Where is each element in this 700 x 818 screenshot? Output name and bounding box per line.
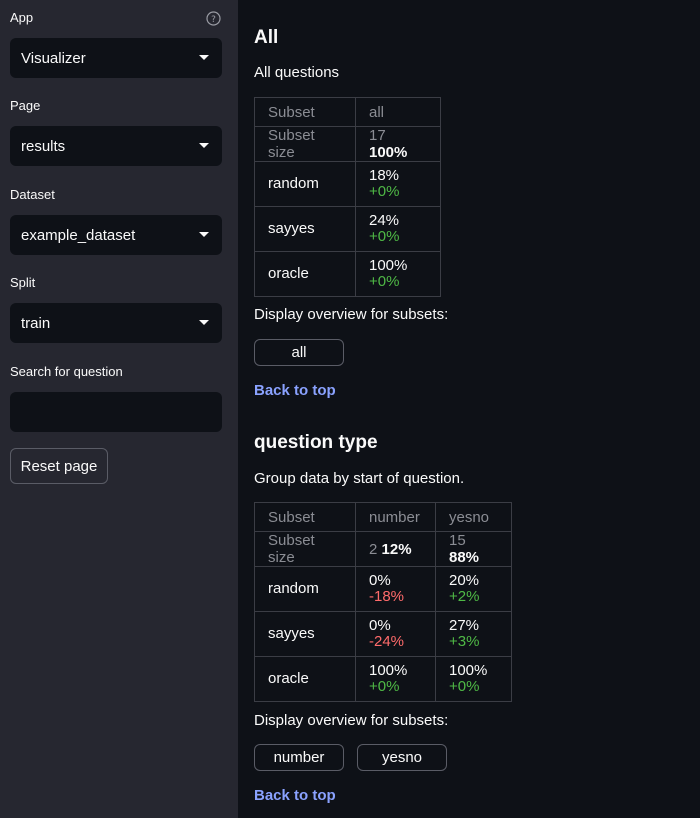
metric-delta: +2% [449, 588, 480, 605]
metric-cell: 0% -24% [355, 611, 436, 657]
subset-button-yesno[interactable]: yesno [357, 744, 447, 771]
subset-button-all[interactable]: all [254, 339, 344, 366]
metric-value: 24% [369, 212, 400, 229]
table-row: random 18% +0% [254, 161, 441, 207]
subset-percent: 100% [369, 144, 408, 161]
metric-cell: 24% +0% [355, 206, 441, 252]
search-input[interactable] [10, 392, 222, 432]
table-header-row: Subset number yesno [254, 502, 512, 532]
dataset-select-value: example_dataset [21, 226, 136, 244]
metric-cell: 27% +3% [435, 611, 512, 657]
page-label: Page [10, 98, 41, 113]
metric-delta: +0% [369, 678, 400, 695]
app-select[interactable]: Visualizer [10, 38, 222, 78]
row-name-cell: sayyes [254, 611, 356, 657]
metric-delta: +0% [369, 273, 400, 290]
svg-text:?: ? [211, 15, 216, 25]
results-table-all: Subset all Subset size 17 100% random 18… [254, 97, 441, 297]
subset-count: 17 [369, 127, 386, 144]
metric-value: 100% [369, 662, 408, 679]
subset-size-cell: 17 100% [355, 126, 441, 162]
metric-cell: 18% +0% [355, 161, 441, 207]
chevron-down-icon [199, 232, 209, 237]
dataset-select[interactable]: example_dataset [10, 215, 222, 255]
results-table-question-type: Subset number yesno Subset size 2 12% 15… [254, 502, 512, 702]
metric-cell: 100% +0% [355, 656, 436, 702]
metric-value: 18% [369, 167, 400, 184]
metric-delta: +0% [369, 183, 400, 200]
header-column-cell: yesno [435, 502, 512, 532]
subset-size-row: Subset size 17 100% [254, 126, 441, 162]
subset-count: 15 [449, 532, 466, 549]
reset-page-button[interactable]: Reset page [10, 448, 108, 484]
page-select[interactable]: results [10, 126, 222, 166]
subset-size-cell: 2 12% [355, 531, 436, 567]
table-row: sayyes 24% +0% [254, 206, 441, 252]
metric-cell: 0% -18% [355, 566, 436, 612]
chevron-down-icon [199, 143, 209, 148]
header-key-cell: Subset [254, 502, 356, 532]
table-row: random 0% -18% 20% +2% [254, 566, 512, 612]
header-column-cell: all [355, 97, 441, 127]
overview-label-question-type: Display overview for subsets: [254, 712, 449, 729]
table-row: oracle 100% +0% [254, 251, 441, 297]
page-select-value: results [21, 137, 66, 155]
metric-value: 27% [449, 617, 480, 634]
chevron-down-icon [199, 320, 209, 325]
subset-percent: 12% [381, 540, 412, 558]
subset-size-row: Subset size 2 12% 15 88% [254, 531, 512, 567]
metric-delta: -24% [369, 633, 405, 650]
header-column-cell: number [355, 502, 436, 532]
metric-value: 0% [369, 572, 391, 589]
table-header-row: Subset all [254, 97, 441, 127]
metric-delta: +0% [369, 228, 400, 245]
metric-value: 100% [369, 257, 408, 274]
metric-cell: 20% +2% [435, 566, 512, 612]
search-label: Search for question [10, 364, 123, 379]
table-row: sayyes 0% -24% 27% +3% [254, 611, 512, 657]
back-to-top-link[interactable]: Back to top [254, 787, 336, 804]
table-row: oracle 100% +0% 100% +0% [254, 656, 512, 702]
metric-cell: 100% +0% [355, 251, 441, 297]
dataset-label: Dataset [10, 187, 55, 202]
subset-size-key: Subset size [254, 531, 356, 567]
metric-value: 0% [369, 617, 391, 634]
subset-size-key: Subset size [254, 126, 356, 162]
subset-percent: 88% [449, 549, 480, 566]
subset-size-cell: 15 88% [435, 531, 512, 567]
header-key-cell: Subset [254, 97, 356, 127]
split-select[interactable]: train [10, 303, 222, 343]
sidebar: App ? Visualizer Page results Dataset ex… [0, 0, 238, 818]
subset-count: 2 [369, 540, 378, 558]
subset-button-number[interactable]: number [254, 744, 344, 771]
question-circle-icon[interactable]: ? [206, 11, 221, 26]
metric-value: 100% [449, 662, 488, 679]
split-label: Split [10, 275, 36, 290]
split-select-value: train [21, 314, 51, 332]
metric-value: 20% [449, 572, 480, 589]
row-name-cell: oracle [254, 656, 356, 702]
metric-cell: 100% +0% [435, 656, 512, 702]
metric-delta: -18% [369, 588, 405, 605]
row-name-cell: random [254, 161, 356, 207]
section-description-question-type: Group data by start of question. [254, 470, 465, 487]
row-name-cell: random [254, 566, 356, 612]
metric-delta: +0% [449, 678, 480, 695]
section-description-all: All questions [254, 64, 340, 81]
row-name-cell: sayyes [254, 206, 356, 252]
app-select-value: Visualizer [21, 49, 86, 67]
app-label: App [10, 10, 34, 25]
section-title-all: All [254, 27, 279, 48]
metric-delta: +3% [449, 633, 480, 650]
back-to-top-link[interactable]: Back to top [254, 382, 336, 399]
chevron-down-icon [199, 55, 209, 60]
overview-label-all: Display overview for subsets: [254, 306, 449, 323]
section-title-question-type: question type [254, 432, 378, 453]
row-name-cell: oracle [254, 251, 356, 297]
